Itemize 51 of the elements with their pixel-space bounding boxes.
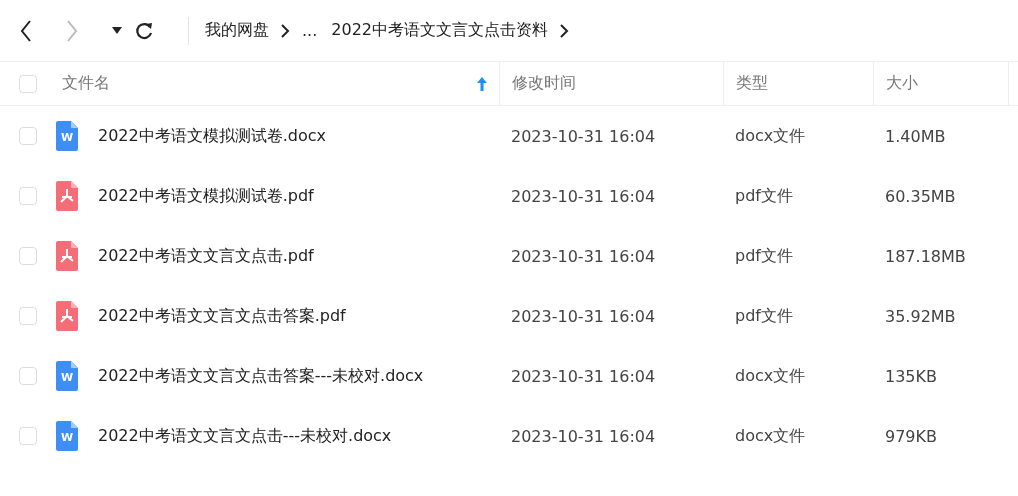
checkbox[interactable]	[19, 427, 37, 445]
chevron-icon	[281, 23, 290, 38]
breadcrumb-link[interactable]: 2022中考语文文言文点击资料	[331, 20, 548, 41]
file-name[interactable]: 2022中考语文文言文点击答案.pdf	[98, 305, 346, 327]
pdf-document-icon	[56, 241, 78, 271]
modified-time: 2023-10-31 16:04	[511, 126, 656, 146]
file-size: 1.40MB	[885, 126, 946, 146]
back-icon	[20, 19, 32, 42]
modified-time: 2023-10-31 16:04	[511, 246, 656, 266]
modified-time: 2023-10-31 16:04	[511, 186, 656, 206]
word-document-icon: W	[56, 421, 78, 451]
column-header[interactable]: 修改时间	[512, 73, 576, 94]
modified-time: 2023-10-31 16:04	[511, 366, 656, 386]
word-document-icon: W	[56, 121, 78, 151]
forward-icon	[66, 19, 78, 42]
checkbox[interactable]	[19, 247, 37, 265]
file-name[interactable]: 2022中考语文模拟测试卷.docx	[98, 125, 326, 147]
file-type: pdf文件	[735, 185, 793, 207]
file-type: docx文件	[735, 365, 806, 387]
refresh-icon	[134, 20, 154, 41]
file-size: 135KB	[885, 366, 937, 386]
file-type: pdf文件	[735, 245, 793, 267]
file-name[interactable]: 2022中考语文模拟测试卷.pdf	[98, 185, 314, 207]
file-name[interactable]: 2022中考语文文言文点击.pdf	[98, 245, 314, 267]
breadcrumb-link[interactable]: 我的网盘	[205, 20, 269, 41]
file-size: 60.35MB	[885, 186, 956, 206]
checkbox[interactable]	[19, 187, 37, 205]
word-document-icon: W	[56, 361, 78, 391]
caret-icon	[112, 27, 122, 34]
column-header[interactable]: 文件名	[62, 73, 110, 94]
file-size: 979KB	[885, 426, 937, 446]
file-name[interactable]: 2022中考语文文言文点击答案---未校对.docx	[98, 365, 424, 387]
column-header[interactable]: 大小	[886, 73, 918, 94]
file-type: pdf文件	[735, 305, 793, 327]
checkbox[interactable]	[19, 127, 37, 145]
file-name[interactable]: 2022中考语文文言文点击---未校对.docx	[98, 425, 392, 447]
file-type: docx文件	[735, 125, 806, 147]
checkbox[interactable]	[19, 307, 37, 325]
column-header[interactable]: 类型	[736, 73, 768, 94]
modified-time: 2023-10-31 16:04	[511, 306, 656, 326]
checkbox[interactable]	[19, 367, 37, 385]
file-size: 187.18MB	[885, 246, 966, 266]
file-type: docx文件	[735, 425, 806, 447]
file-size: 35.92MB	[885, 306, 956, 326]
modified-time: 2023-10-31 16:04	[511, 426, 656, 446]
pdf-document-icon	[56, 181, 78, 211]
breadcrumb-link[interactable]: ...	[302, 21, 318, 40]
chevron-icon	[560, 23, 569, 38]
sort-ascending-icon[interactable]	[477, 76, 487, 91]
pdf-document-icon	[56, 301, 78, 331]
checkbox[interactable]	[19, 74, 37, 93]
